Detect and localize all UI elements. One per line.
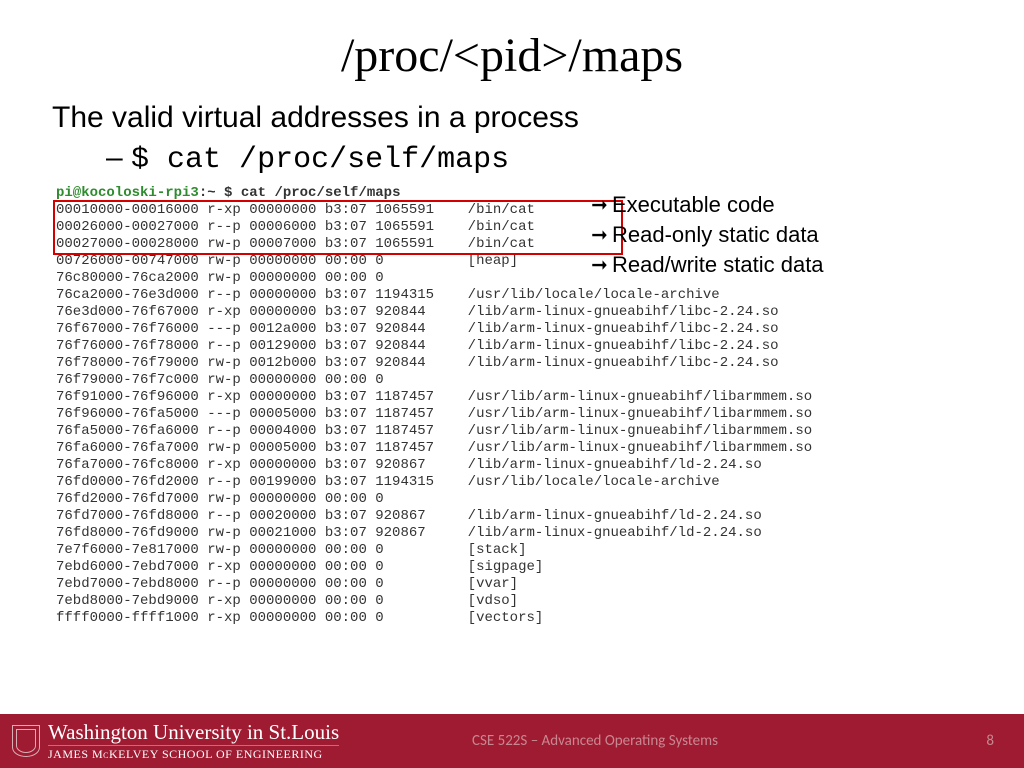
maps-line: 76f76000-76f78000 r--p 00129000 b3:07 92…: [56, 338, 972, 355]
slide-footer: Washington University in St.Louis JAMES …: [0, 714, 1024, 768]
course-title: CSE 522S – Advanced Operating Systems: [415, 732, 775, 750]
maps-line: 76f91000-76f96000 r-xp 00000000 b3:07 11…: [56, 389, 972, 406]
command-text: cat /proc/self/maps: [149, 143, 509, 177]
maps-line: 76fd7000-76fd8000 r--p 00020000 b3:07 92…: [56, 508, 972, 525]
maps-line: 76fa5000-76fa6000 r--p 00004000 b3:07 11…: [56, 423, 972, 440]
maps-line: 7ebd8000-7ebd9000 r-xp 00000000 00:00 0 …: [56, 593, 972, 610]
university-name: Washington University in St.Louis: [48, 722, 339, 743]
maps-line: 76f78000-76f79000 rw-p 0012b000 b3:07 92…: [56, 355, 972, 372]
prompt-dollar: $: [131, 143, 149, 177]
university-logo: Washington University in St.Louis JAMES …: [0, 722, 339, 760]
maps-line: 76ca2000-76e3d000 r--p 00000000 b3:07 11…: [56, 287, 972, 304]
maps-line: 00726000-00747000 rw-p 00000000 00:00 0 …: [56, 253, 972, 270]
maps-line: 76fd8000-76fd9000 rw-p 00021000 b3:07 92…: [56, 525, 972, 542]
intro-text: The valid virtual addresses in a process: [52, 101, 972, 135]
maps-line: 7e7f6000-7e817000 rw-p 00000000 00:00 0 …: [56, 542, 972, 559]
page-number: 8: [986, 732, 994, 750]
maps-line: 76c80000-76ca2000 rw-p 00000000 00:00 0: [56, 270, 972, 287]
maps-line: 76f67000-76f76000 ---p 0012a000 b3:07 92…: [56, 321, 972, 338]
maps-line: 00027000-00028000 rw-p 00007000 b3:07 10…: [56, 236, 972, 253]
callout-list: Executable code Read-only static data Read…: [590, 192, 824, 282]
school-name: JAMES McKELVEY SCHOOL OF ENGINEERING: [48, 745, 339, 760]
maps-line: 76fa7000-76fc8000 r-xp 00000000 b3:07 92…: [56, 457, 972, 474]
bullet-dash: –: [106, 141, 123, 174]
maps-line: 76f79000-76f7c000 rw-p 00000000 00:00 0: [56, 372, 972, 389]
maps-line: 00010000-00016000 r-xp 00000000 b3:07 10…: [56, 202, 972, 219]
maps-line: ffff0000-ffff1000 r-xp 00000000 00:00 0 …: [56, 610, 972, 627]
maps-line: 7ebd6000-7ebd7000 r-xp 00000000 00:00 0 …: [56, 559, 972, 576]
maps-line: 00026000-00027000 r--p 00006000 b3:07 10…: [56, 219, 972, 236]
callout-item: Executable code: [590, 192, 824, 218]
shield-icon: [12, 725, 40, 757]
terminal-output: pi@kocoloski-rpi3:~ $ cat /proc/self/map…: [56, 185, 972, 627]
callout-item: Read-only static data: [590, 222, 824, 248]
maps-line: 76fd0000-76fd2000 r--p 00199000 b3:07 11…: [56, 474, 972, 491]
example-command: – $ cat /proc/self/maps: [106, 141, 972, 177]
maps-line: 76fd2000-76fd7000 rw-p 00000000 00:00 0: [56, 491, 972, 508]
maps-line: 76f96000-76fa5000 ---p 00005000 b3:07 11…: [56, 406, 972, 423]
maps-line: 76e3d000-76f67000 r-xp 00000000 b3:07 92…: [56, 304, 972, 321]
maps-line: 7ebd7000-7ebd8000 r--p 00000000 00:00 0 …: [56, 576, 972, 593]
slide-title: /proc/<pid>/maps: [0, 0, 1024, 83]
callout-item: Read/write static data: [590, 252, 824, 278]
maps-line: 76fa6000-76fa7000 rw-p 00005000 b3:07 11…: [56, 440, 972, 457]
